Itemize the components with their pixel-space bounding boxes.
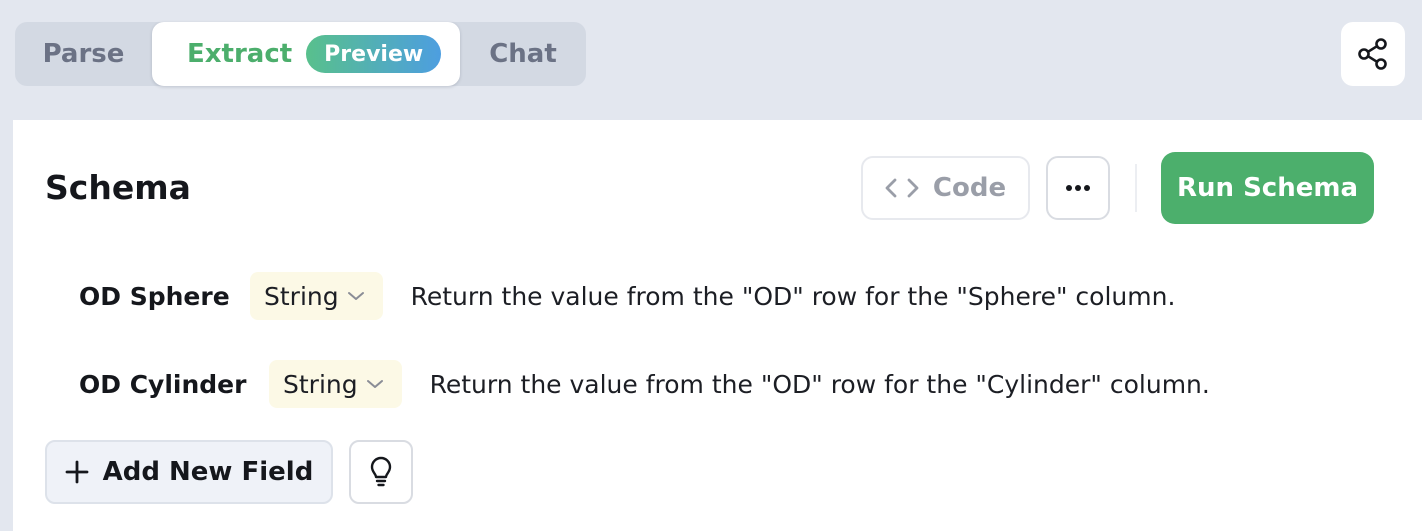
tab-chat-label: Chat [489, 39, 557, 69]
share-button[interactable] [1341, 22, 1405, 86]
schema-field-row: OD Sphere String Return the value from t… [79, 272, 1175, 320]
field-type-select[interactable]: String [250, 272, 383, 320]
lightbulb-icon [370, 456, 392, 487]
code-brackets-icon [885, 178, 919, 198]
add-new-field-label: Add New Field [102, 457, 314, 487]
field-type-value: String [283, 369, 358, 399]
field-description[interactable]: Return the value from the "OD" row for t… [430, 370, 1210, 399]
share-icon [1358, 38, 1387, 70]
tab-extract-label: Extract [187, 39, 293, 69]
tab-parse-label: Parse [42, 39, 125, 69]
code-button-label: Code [932, 173, 1007, 203]
field-type-select[interactable]: String [269, 360, 402, 408]
run-schema-button[interactable]: Run Schema [1161, 152, 1374, 224]
tab-chat[interactable]: Chat [460, 22, 586, 86]
schema-title: Schema [45, 168, 191, 207]
field-name[interactable]: OD Sphere [79, 282, 250, 311]
code-button[interactable]: Code [861, 156, 1030, 220]
tab-extract[interactable]: Extract Preview [152, 22, 460, 86]
schema-panel: Schema Code Run Schema OD Sphere String … [13, 120, 1422, 531]
add-new-field-button[interactable]: Add New Field [45, 440, 333, 504]
field-type-value: String [264, 281, 339, 311]
chevron-down-icon [366, 380, 383, 388]
field-description[interactable]: Return the value from the "OD" row for t… [411, 282, 1176, 311]
plus-icon [65, 460, 89, 484]
top-bar: Parse Extract Preview Chat [0, 0, 1422, 120]
chevron-down-icon [347, 292, 364, 300]
mode-tabs: Parse Extract Preview Chat [15, 22, 586, 86]
schema-field-row: OD Cylinder String Return the value from… [79, 360, 1210, 408]
run-schema-label: Run Schema [1176, 173, 1358, 203]
toolbar-divider [1135, 164, 1137, 212]
tab-parse[interactable]: Parse [15, 22, 152, 86]
suggest-fields-button[interactable] [349, 440, 413, 504]
field-name[interactable]: OD Cylinder [79, 370, 269, 399]
preview-badge: Preview [306, 35, 442, 73]
more-horizontal-icon [1066, 185, 1090, 191]
more-options-button[interactable] [1046, 156, 1110, 220]
